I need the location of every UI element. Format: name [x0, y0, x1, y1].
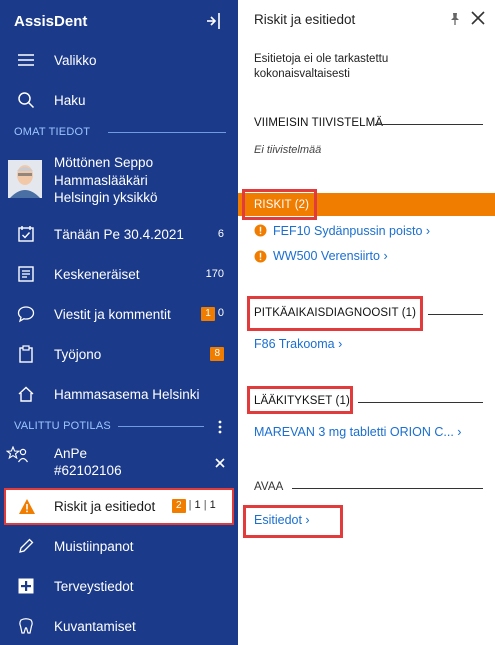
nav-unfinished[interactable]: Keskeneräiset 170	[0, 254, 238, 294]
divider	[428, 314, 483, 315]
medication-link-text: MAREVAN 3 mg tabletti ORION C...	[254, 425, 454, 439]
nav-menu[interactable]: Valikko	[0, 40, 238, 80]
document-list-icon	[16, 264, 36, 284]
risk-panel: Riskit ja esitiedot Esitietoja ei ole ta…	[238, 0, 495, 645]
close-panel-icon[interactable]	[470, 10, 486, 26]
risk-link-2-text: WW500 Verensiirto	[273, 249, 380, 263]
hamburger-icon	[16, 50, 36, 70]
highlight-diagnoses	[247, 296, 423, 331]
nav-imaging[interactable]: Kuvantamiset	[0, 606, 238, 645]
nav-risks-label: Riskit ja esitiedot	[54, 499, 156, 514]
sidebar: AssisDent Valikko Haku OMAT TIEDOT Möttö…	[0, 0, 238, 645]
medication-link[interactable]: MAREVAN 3 mg tabletti ORION C... ›	[254, 425, 461, 439]
diagnosis-link-text: F86 Trakooma	[254, 337, 335, 351]
risks-badge: 2	[172, 499, 186, 513]
nav-queue-label: Työjono	[54, 346, 102, 362]
nav-search-label: Haku	[54, 92, 86, 108]
risk-link-2[interactable]: WW500 Verensiirto ›	[273, 249, 388, 263]
risks-count-1: 1	[194, 499, 201, 511]
nav-health[interactable]: Terveystiedot	[0, 566, 238, 606]
diagnosis-link[interactable]: F86 Trakooma ›	[254, 337, 342, 351]
nav-search[interactable]: Haku	[0, 80, 238, 120]
nav-imaging-label: Kuvantamiset	[54, 618, 136, 634]
selected-patient[interactable]: AnPe #62102106	[0, 442, 238, 482]
nav-notes-label: Muistiinpanot	[54, 538, 134, 554]
summary-heading: VIIMEISIN TIIVISTELMÄ	[254, 117, 384, 129]
messages-count: 0	[217, 307, 224, 319]
unfinished-count: 170	[205, 268, 224, 280]
patient-name: AnPe	[54, 446, 88, 461]
nav-today[interactable]: Tänään Pe 30.4.2021 6	[0, 214, 238, 254]
section-selected-patient: VALITTU POTILAS	[14, 420, 111, 432]
nav-risks-active[interactable]: Riskit ja esitiedot 2 | 1 | 1	[4, 488, 234, 525]
more-options-icon[interactable]	[216, 419, 224, 435]
tooth-icon	[16, 616, 36, 636]
user-unit: Helsingin yksikkö	[54, 190, 158, 205]
today-count: 6	[217, 228, 224, 240]
messages-badge: 1	[201, 307, 215, 321]
divider	[358, 402, 483, 403]
collapse-sidebar-icon[interactable]	[206, 10, 224, 32]
risks-counts: 2 | 1 | 1	[172, 499, 216, 513]
risk-link-1[interactable]: FEF10 Sydänpussin poisto ›	[273, 224, 430, 238]
queue-badge: 8	[210, 347, 224, 361]
pencil-icon	[16, 536, 36, 556]
warning-icon	[254, 250, 267, 268]
close-patient-icon[interactable]	[214, 456, 226, 474]
nav-clinic[interactable]: Hammasasema Helsinki	[0, 374, 238, 414]
nav-today-label: Tänään Pe 30.4.2021	[54, 226, 184, 242]
panel-title: Riskit ja esitiedot	[254, 12, 356, 27]
divider	[108, 132, 226, 133]
nav-clinic-label: Hammasasema Helsinki	[54, 386, 200, 402]
panel-subtitle: Esitietoja ei ole tarkastettu kokonaisva…	[254, 53, 389, 80]
user-profile[interactable]: Möttönen Seppo Hammaslääkäri Helsingin y…	[8, 152, 233, 212]
search-icon	[16, 90, 36, 110]
highlight-medications	[247, 386, 353, 414]
home-icon	[16, 384, 36, 404]
nav-queue[interactable]: Työjono 8	[0, 334, 238, 374]
nav-menu-label: Valikko	[54, 52, 97, 68]
nav-unfinished-label: Keskeneräiset	[54, 266, 140, 282]
highlight-risks	[242, 189, 317, 220]
warning-icon	[254, 224, 267, 242]
divider	[375, 124, 483, 125]
plus-square-icon	[16, 576, 36, 596]
nav-messages[interactable]: Viestit ja kommentit 1 0	[0, 294, 238, 334]
divider	[292, 488, 483, 489]
summary-empty: Ei tiivistelmää	[254, 144, 322, 156]
app-brand: AssisDent	[14, 13, 88, 30]
patient-id: #62102106	[54, 463, 122, 478]
avatar	[8, 160, 42, 198]
nav-notes[interactable]: Muistiinpanot	[0, 526, 238, 566]
warning-icon	[18, 498, 36, 520]
chat-bubble-icon	[16, 304, 36, 324]
clipboard-icon	[16, 344, 36, 364]
risks-count-2: 1	[209, 499, 216, 511]
highlight-open-link	[243, 505, 343, 538]
nav-messages-label: Viestit ja kommentit	[54, 306, 171, 322]
divider	[118, 426, 204, 427]
open-heading: AVAA	[254, 481, 284, 493]
nav-health-label: Terveystiedot	[54, 578, 134, 594]
star-person-icon	[5, 445, 29, 471]
calendar-check-icon	[16, 224, 36, 244]
messages-counts: 1 0	[201, 307, 224, 321]
user-name: Möttönen Seppo	[54, 155, 154, 170]
queue-counts: 8	[210, 347, 224, 361]
risk-link-1-text: FEF10 Sydänpussin poisto	[273, 224, 423, 238]
user-role: Hammaslääkäri	[54, 172, 148, 188]
pin-icon[interactable]	[448, 12, 462, 26]
section-own-info: OMAT TIEDOT	[14, 126, 91, 138]
